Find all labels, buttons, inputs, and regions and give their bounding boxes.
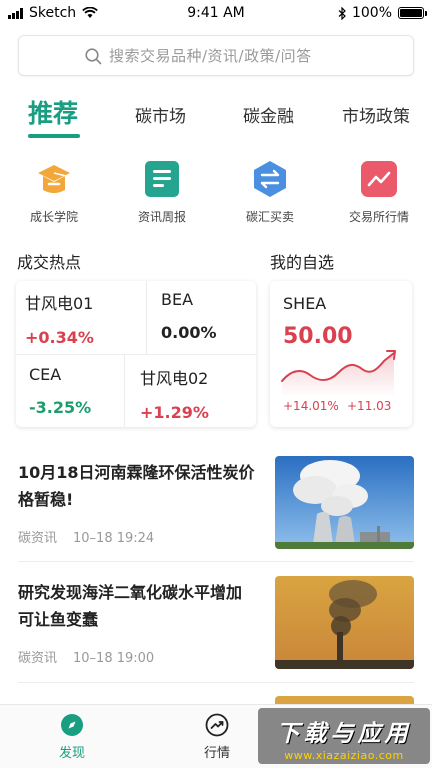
watch-change-abs: +11.03 (347, 399, 392, 413)
watch-code: SHEA (283, 294, 327, 313)
category-tabs: 推荐 碳市场 碳金融 市场政策 (0, 92, 432, 142)
hot-item-change: -3.25% (29, 398, 92, 417)
hot-deals-card: 甘风电01 +0.34% BEA 0.00% CEA -3.25% 甘风电02 … (16, 281, 256, 427)
news-thumbnail-smokestack (275, 576, 414, 669)
news-item[interactable]: 研究发现海洋二氧化碳水平增加可让鱼变蠢 碳资讯 10–18 19:00 (0, 576, 432, 699)
shortcut-news-weekly[interactable]: 资讯周报 (117, 160, 207, 225)
trend-circle-icon (205, 713, 229, 737)
news-thumbnail-cooling-towers (275, 456, 414, 549)
shortcut-growth-academy[interactable]: 成长学院 (9, 160, 99, 225)
shortcut-label: 资讯周报 (137, 210, 186, 224)
hot-item-change: +1.29% (140, 403, 209, 422)
news-meta: 碳资讯 10–18 19:00 (18, 647, 154, 666)
hot-deals-title: 成交热点 (17, 253, 82, 272)
hot-item[interactable]: 甘风电02 +1.29% (140, 365, 209, 422)
watch-change-pct: +14.01% (283, 399, 339, 413)
hot-item-name: 甘风电01 (25, 294, 94, 313)
watermark-url: www.xiazaiziao.com (284, 749, 404, 762)
hot-item-name: BEA (161, 290, 194, 309)
bluetooth-icon (338, 6, 346, 20)
graduation-cap-icon (35, 160, 73, 198)
tab-recommend[interactable]: 推荐 (28, 94, 78, 130)
hot-item-change: +0.34% (25, 328, 94, 347)
shortcut-label: 碳汇买卖 (245, 210, 294, 224)
trend-chart-icon (360, 160, 398, 198)
news-list-icon (143, 160, 181, 198)
news-meta: 碳资讯 10–18 19:24 (18, 527, 154, 546)
shortcut-label: 成长学院 (29, 210, 78, 224)
nav-label: 行情 (203, 746, 230, 761)
battery-icon (398, 7, 427, 19)
shortcut-exchange-quotes[interactable]: 交易所行情 (334, 160, 424, 225)
hot-item-change: 0.00% (161, 323, 217, 342)
watermark-title: 下载与应用 (276, 721, 412, 747)
nav-label: 发现 (58, 746, 85, 761)
shortcut-label: 交易所行情 (348, 210, 409, 224)
sparkline-chart (281, 350, 396, 397)
tab-carbon-finance[interactable]: 碳金融 (243, 102, 294, 127)
news-source: 碳资讯 (18, 651, 58, 666)
status-bar: Sketch 9:41 AM 100% (0, 0, 432, 28)
news-source: 碳资讯 (18, 531, 58, 546)
watchlist-card[interactable]: SHEA 50.00 +14.01% +11.03 (270, 281, 412, 427)
news-divider (18, 561, 414, 562)
exchange-arrows-icon (251, 160, 289, 198)
hot-item-name: 甘风电02 (140, 369, 209, 388)
shortcut-carbon-trade[interactable]: 碳汇买卖 (225, 160, 315, 225)
nav-quotes[interactable]: 行情 (182, 713, 252, 761)
hot-item[interactable]: 甘风电01 +0.34% (25, 290, 94, 347)
tab-carbon-market[interactable]: 碳市场 (135, 102, 186, 127)
news-time: 10–18 19:00 (73, 651, 155, 666)
news-thumbnail-partial (275, 696, 414, 704)
nav-discover[interactable]: 发现 (37, 713, 107, 761)
watchlist-title: 我的自选 (270, 253, 335, 272)
news-time: 10–18 19:24 (73, 531, 155, 546)
site-watermark: 下载与应用 www.xiazaiziao.com (258, 708, 430, 764)
active-tab-indicator (28, 134, 80, 138)
news-title: 10月18日河南霖隆环保活性炭价格暂稳! (18, 463, 255, 509)
hot-item[interactable]: BEA 0.00% (161, 290, 217, 342)
news-title: 研究发现海洋二氧化碳水平增加可让鱼变蠢 (18, 583, 243, 629)
battery-percent: 100% (351, 5, 392, 21)
hot-item[interactable]: CEA -3.25% (29, 365, 91, 417)
search-placeholder: 搜索交易品种/资讯/政策/问答 (109, 47, 312, 65)
search-bar[interactable]: 搜索交易品种/资讯/政策/问答 (18, 35, 414, 76)
search-icon (85, 48, 102, 65)
compass-icon (60, 713, 84, 737)
news-divider (18, 682, 414, 683)
hot-item-name: CEA (29, 365, 62, 384)
tab-market-policy[interactable]: 市场政策 (342, 102, 410, 127)
